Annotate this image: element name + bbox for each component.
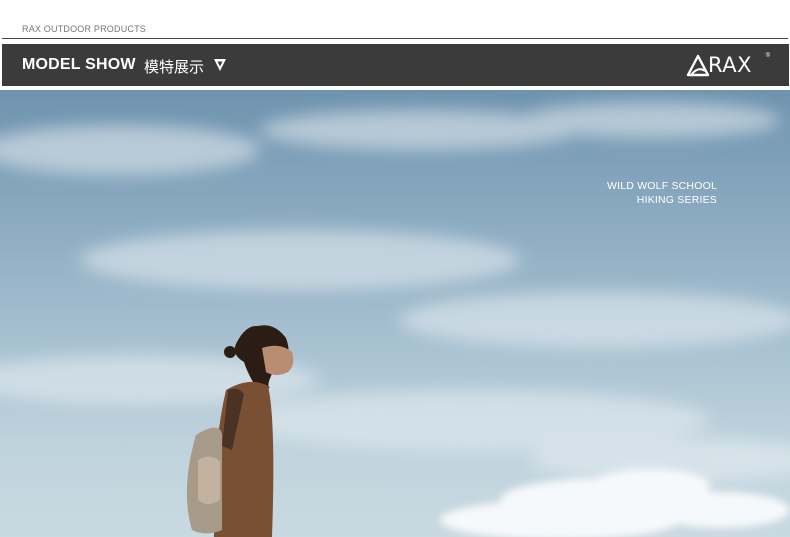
triangle-down-icon bbox=[214, 59, 226, 71]
sky-clouds bbox=[0, 102, 790, 537]
series-caption: WILD WOLF SCHOOL HIKING SERIES bbox=[607, 179, 717, 207]
section-subtitle: 模特展示 bbox=[144, 58, 205, 76]
top-divider bbox=[2, 38, 788, 39]
site-label: RAX OUTDOOR PRODUCTS bbox=[22, 24, 147, 34]
series-line-2: HIKING SERIES bbox=[636, 194, 717, 206]
series-line-1: WILD WOLF SCHOOL bbox=[607, 180, 717, 192]
hero-image: WILD WOLF SCHOOL HIKING SERIES bbox=[0, 90, 790, 537]
brand-logo: RAX ® bbox=[686, 53, 770, 79]
brand-mountain-icon bbox=[686, 54, 710, 77]
brand-logo-text: RAX bbox=[708, 53, 752, 77]
brand-registered-mark: ® bbox=[765, 53, 770, 59]
section-header: MODEL SHOW 模特展示 RAX ® bbox=[2, 44, 789, 86]
section-title: MODEL SHOW bbox=[22, 56, 136, 73]
